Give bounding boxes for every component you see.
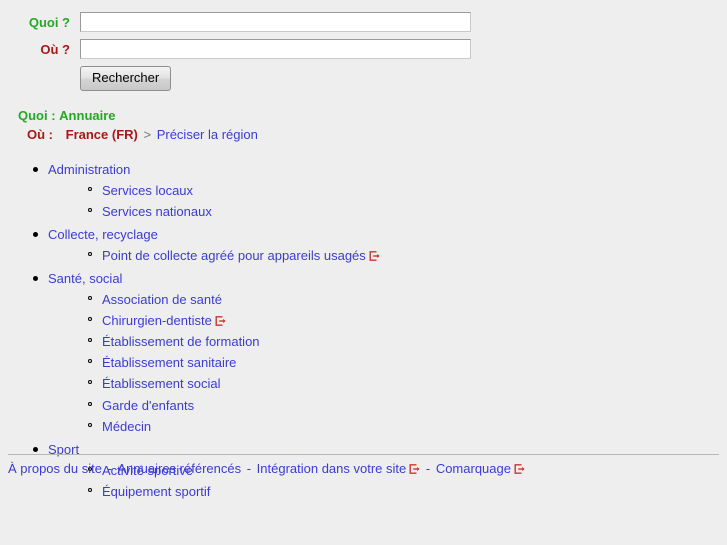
- category-item: Administration Services locaux Services na…: [30, 159, 727, 222]
- what-label: Quoi ?: [28, 14, 70, 30]
- footer-link[interactable]: Comarquage: [436, 461, 511, 476]
- breadcrumb-what-line: Quoi : Annuaire: [18, 107, 727, 126]
- subcategory-item: Équipement sportif: [86, 481, 727, 502]
- search-row-where: Où ?: [0, 39, 727, 59]
- footer-link[interactable]: À propos du site: [8, 461, 102, 476]
- search-row-what: Quoi ?: [0, 12, 727, 32]
- search-form: Quoi ? Où ? Rechercher: [0, 0, 727, 92]
- subcategory-link[interactable]: Chirurgien-dentiste: [102, 313, 212, 328]
- footer-separator: -: [243, 461, 255, 476]
- subcategory-link[interactable]: Association de santé: [102, 292, 222, 307]
- footer-divider: [8, 453, 719, 455]
- external-link-icon: [215, 316, 226, 327]
- search-button-row: Rechercher: [0, 66, 727, 92]
- subcategory-link[interactable]: Services locaux: [102, 183, 193, 198]
- category-link[interactable]: Santé, social: [48, 271, 122, 286]
- footer: À propos du site - Annuaires référencés …: [8, 461, 525, 476]
- external-link-icon: [514, 464, 525, 474]
- category-link[interactable]: Collecte, recyclage: [48, 227, 158, 242]
- where-input[interactable]: [80, 39, 471, 59]
- subcategory-item: Médecin: [86, 416, 727, 437]
- subcategory-list: Association de santé Chirurgien-dentiste É…: [48, 289, 727, 436]
- external-link-icon: [409, 464, 420, 474]
- external-link-icon: [369, 251, 380, 262]
- category-item: Collecte, recyclage Point de collecte agr…: [30, 224, 727, 266]
- breadcrumb-separator: >: [143, 127, 152, 143]
- subcategory-link[interactable]: Services nationaux: [102, 204, 212, 219]
- breadcrumb-where-prefix: Où :: [27, 127, 53, 143]
- category-link[interactable]: Administration: [48, 162, 130, 177]
- footer-link[interactable]: Annuaires référencés: [118, 461, 242, 476]
- footer-link[interactable]: Intégration dans votre site: [257, 461, 407, 476]
- subcategory-list: Point de collecte agréé pour appareils u…: [48, 245, 727, 266]
- refine-region-link[interactable]: Préciser la région: [157, 127, 258, 142]
- subcategory-list: Services locaux Services nationaux: [48, 180, 727, 222]
- where-label: Où ?: [40, 41, 70, 57]
- subcategory-link[interactable]: Établissement de formation: [102, 334, 260, 349]
- subcategory-item: Point de collecte agréé pour appareils u…: [86, 245, 727, 266]
- breadcrumb-what-value: Annuaire: [59, 108, 116, 124]
- subcategory-item: Garde d'enfants: [86, 395, 727, 416]
- footer-separator: -: [422, 461, 434, 476]
- breadcrumb: Quoi : Annuaire Où : France (FR) > Préci…: [0, 107, 727, 145]
- subcategory-link[interactable]: Établissement social: [102, 376, 221, 391]
- subcategory-item: Chirurgien-dentiste: [86, 310, 727, 331]
- subcategory-item: Établissement social: [86, 373, 727, 394]
- subcategory-link[interactable]: Établissement sanitaire: [102, 355, 236, 370]
- subcategory-link[interactable]: Médecin: [102, 419, 151, 434]
- subcategory-link[interactable]: Garde d'enfants: [102, 398, 194, 413]
- subcategory-item: Établissement sanitaire: [86, 352, 727, 373]
- breadcrumb-where-line: Où : France (FR) > Préciser la région: [18, 126, 727, 145]
- subcategory-link[interactable]: Équipement sportif: [102, 484, 210, 499]
- subcategory-item: Établissement de formation: [86, 331, 727, 352]
- subcategory-item: Association de santé: [86, 289, 727, 310]
- what-input[interactable]: [80, 12, 471, 32]
- category-tree: Administration Services locaux Services na…: [0, 159, 727, 502]
- footer-separator: -: [103, 461, 116, 476]
- breadcrumb-what-prefix: Quoi :: [18, 108, 56, 124]
- search-submit-button[interactable]: Rechercher: [80, 66, 172, 92]
- subcategory-item: Services locaux: [86, 180, 727, 201]
- breadcrumb-where-value: France (FR): [65, 127, 138, 143]
- subcategory-item: Services nationaux: [86, 201, 727, 222]
- subcategory-link[interactable]: Point de collecte agréé pour appareils u…: [102, 248, 366, 263]
- category-item: Santé, social Association de santé Chirurg…: [30, 268, 727, 436]
